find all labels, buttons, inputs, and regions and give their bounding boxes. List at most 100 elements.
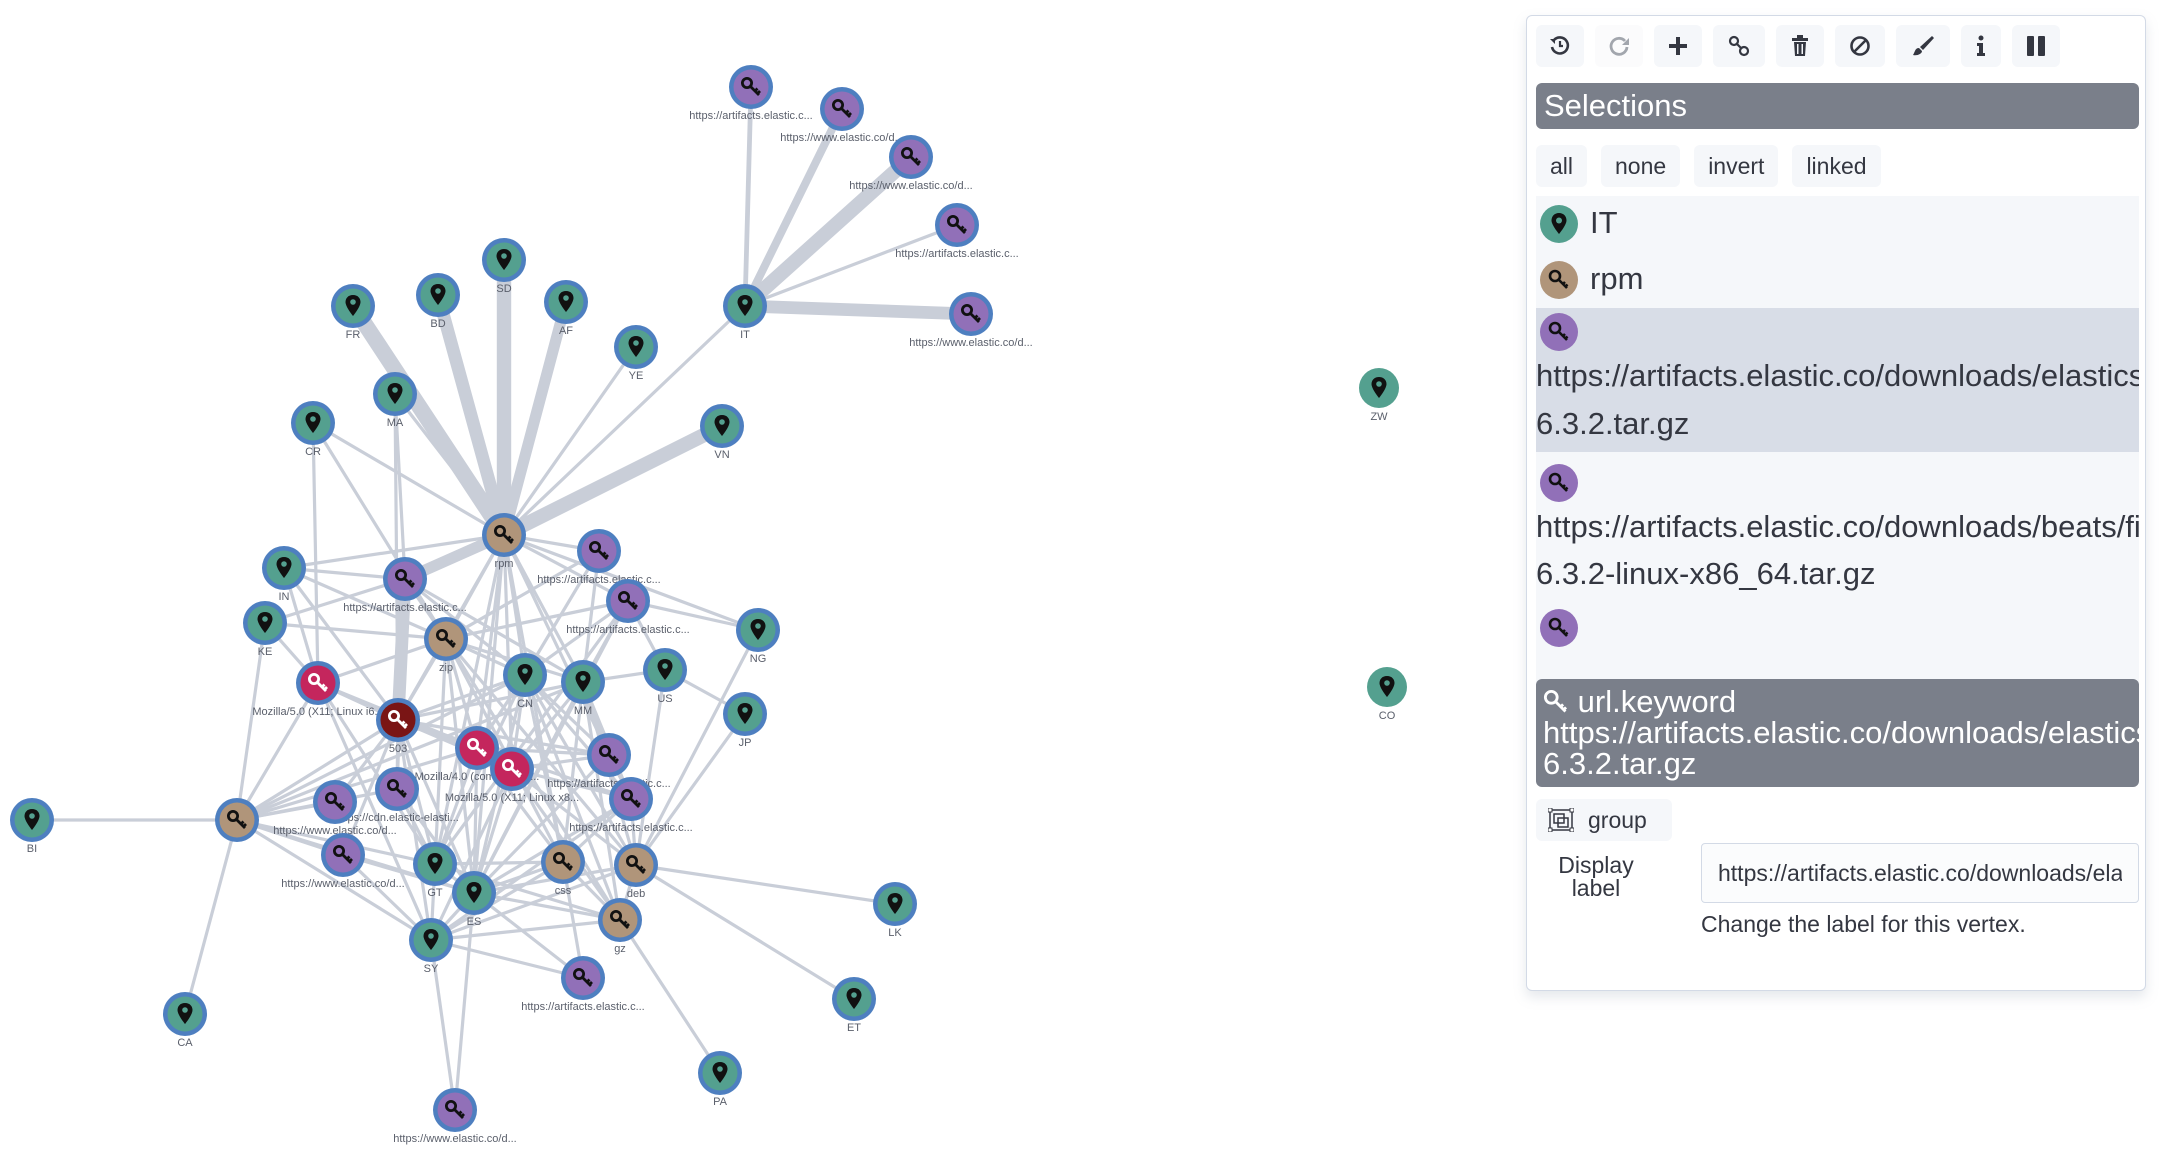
graph-node[interactable]: Mozilla/5.0 (X11; Linux i6... [252,661,384,718]
select-linked-link[interactable]: linked [1792,145,1881,187]
pause-icon [2027,36,2045,56]
graph-node[interactable]: https://www.elastic.co/d... [393,1088,517,1145]
vertex-detail: url.keyword https://artifacts.elastic.co… [1536,679,2139,787]
info-icon [1977,35,1985,56]
select-all-link[interactable]: all [1536,145,1588,187]
graph-node[interactable]: CA [163,992,207,1049]
graph-node[interactable]: https://artifacts.elastic.c... [689,65,813,122]
node-label: ET [847,1022,861,1034]
graph-node[interactable]: https://artifacts.elastic.c... [566,579,690,636]
graph-node[interactable]: GT [413,842,457,899]
graph-node[interactable]: https://artifacts.elastic.c... [537,529,661,586]
graph-edge [738,299,978,321]
node-label: NG [750,653,767,665]
node-label: Mozilla/5.0 (X11; Linux x8... [445,792,579,804]
graph-edge [634,863,856,1001]
redo-button[interactable] [1595,25,1643,67]
link-icon [1728,35,1750,57]
graph-node[interactable]: https://artifacts.elastic.c... [895,203,1019,260]
graph-node[interactable]: VN [700,404,744,461]
node-label: SD [496,283,511,295]
detail-field-line: url.keyword [1543,686,2139,717]
graph-node[interactable]: JP [723,692,767,749]
graph-node[interactable]: ZW [1359,368,1399,423]
node-label: Mozilla/5.0 (X11; Linux i6... [252,706,383,718]
node-label: https://www.elastic.co/d... [849,180,973,192]
map-marker-icon [1540,205,1578,243]
info-button[interactable] [1961,25,2001,67]
graph-node[interactable]: IT [723,284,767,341]
node-label: rpm [495,558,514,570]
node-label: AF [559,325,573,337]
graph-node[interactable]: CO [1367,667,1407,722]
graph-edge [498,296,572,541]
graph-node[interactable]: SD [482,238,526,295]
select-invert-link[interactable]: invert [1694,145,1779,187]
graph-node[interactable]: SY [409,918,453,975]
graph-node[interactable]: css [541,840,585,897]
node-label: ES [467,916,482,928]
graph-node[interactable]: deb [614,843,658,900]
selections-header: Selections [1536,83,2139,129]
node-label: 503 [389,743,407,755]
node-label: https://artifacts.elastic.c... [537,574,661,586]
style-button[interactable] [1896,25,1950,67]
selection-list[interactable]: IT rpm https://artifacts.elastic.co/down… [1536,196,2139,687]
graph-node[interactable]: https://artifacts.elastic.c... [521,956,645,1013]
selection-item[interactable]: rpm [1536,252,2139,308]
node-label: zip [439,662,453,674]
add-button[interactable] [1654,25,1702,67]
node-label: CR [305,446,321,458]
graph-node[interactable]: BD [416,273,460,330]
graph-node[interactable]: PA [698,1051,742,1108]
delete-button[interactable] [1776,25,1824,67]
selection-item-label-cont: 6.3.2-linux-x86_64.tar.gz [1536,556,1876,591]
display-label-input[interactable] [1701,843,2139,903]
block-icon [1850,36,1870,56]
history-icon [1550,36,1570,55]
workspace-panel: Selections all none invert linked IT rpm… [1526,15,2146,991]
undo-button[interactable] [1536,25,1584,67]
node-label: https://www.elastic.co/d... [393,1133,517,1145]
group-button[interactable]: group [1536,799,1672,841]
graph-node[interactable]: AF [544,280,588,337]
graph-node[interactable]: https://www.elastic.co/d... [909,292,1033,349]
node-label: https://www.elastic.co/d... [909,337,1033,349]
node-label: https://artifacts.elastic.c... [343,602,467,614]
block-button[interactable] [1835,25,1885,67]
selection-item-label: https://artifacts.elastic.co/downloads/b… [1536,509,2139,544]
node-label: MM [574,705,592,717]
node-label: https://www.elastic.co/d... [281,878,405,890]
graph-edge [496,418,730,543]
select-none-link[interactable]: none [1601,145,1681,187]
selection-item[interactable]: IT [1536,196,2139,252]
graph-node[interactable]: MA [373,372,417,429]
toolbar [1536,25,2071,67]
graph-node[interactable] [215,798,259,842]
graph-nodes: IT https://artifacts.elastic.c... https://… [10,65,1407,1145]
graph-node[interactable]: ET [832,977,876,1034]
detail-field-name: url.keyword [1577,684,1737,719]
selection-item-label: rpm [1590,261,1644,296]
node-label: CO [1379,710,1396,722]
graph-node[interactable]: BI [10,798,54,855]
selection-item-label: https://artifacts.elastic.co/downloads/e… [1536,358,2139,393]
pause-button[interactable] [2012,25,2060,67]
graph-node[interactable]: KE [243,601,287,658]
node-label: https://artifacts.elastic.c... [689,110,813,122]
selection-item-active[interactable]: https://artifacts.elastic.co/downloads/e… [1536,308,2139,452]
link-button[interactable] [1713,25,1765,67]
plus-icon [1669,37,1687,55]
node-label: https://artifacts.elastic.c... [566,624,690,636]
display-label-caption: Display label [1558,852,1634,901]
selection-item[interactable]: https://artifacts.elastic.co/downloads/b… [1536,452,2139,603]
graph-node[interactable]: YE [614,325,658,382]
node-label: https://cdn.elastic-elasti... [335,812,459,824]
node-label: US [657,693,672,705]
graph-node[interactable]: IN [262,546,306,603]
selection-item[interactable] [1536,603,2139,663]
graph-edge [282,566,400,722]
graph-node[interactable]: LK [873,882,917,939]
graph-node[interactable]: US [643,648,687,705]
node-label: css [555,885,572,897]
